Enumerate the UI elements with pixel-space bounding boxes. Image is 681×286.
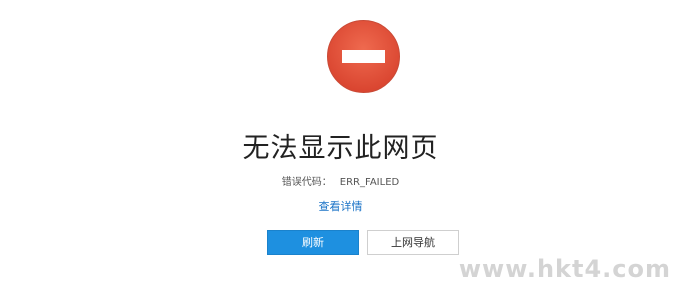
page-title: 无法显示此网页 xyxy=(242,133,439,164)
refresh-button[interactable]: 刷新 xyxy=(267,230,359,255)
error-code-line: 错误代码： ERR_FAILED xyxy=(0,176,681,190)
no-entry-icon xyxy=(327,20,400,93)
error-code-value: ERR_FAILED xyxy=(339,177,400,188)
watermark: www.hkt4.com xyxy=(458,255,671,283)
error-page: 无法显示此网页 错误代码： ERR_FAILED 查看详情 刷新 上网导航 www… xyxy=(0,0,681,286)
error-code-label: 错误代码： xyxy=(281,177,332,188)
web-navigation-button[interactable]: 上网导航 xyxy=(367,230,459,255)
details-link[interactable]: 查看详情 xyxy=(0,199,681,214)
